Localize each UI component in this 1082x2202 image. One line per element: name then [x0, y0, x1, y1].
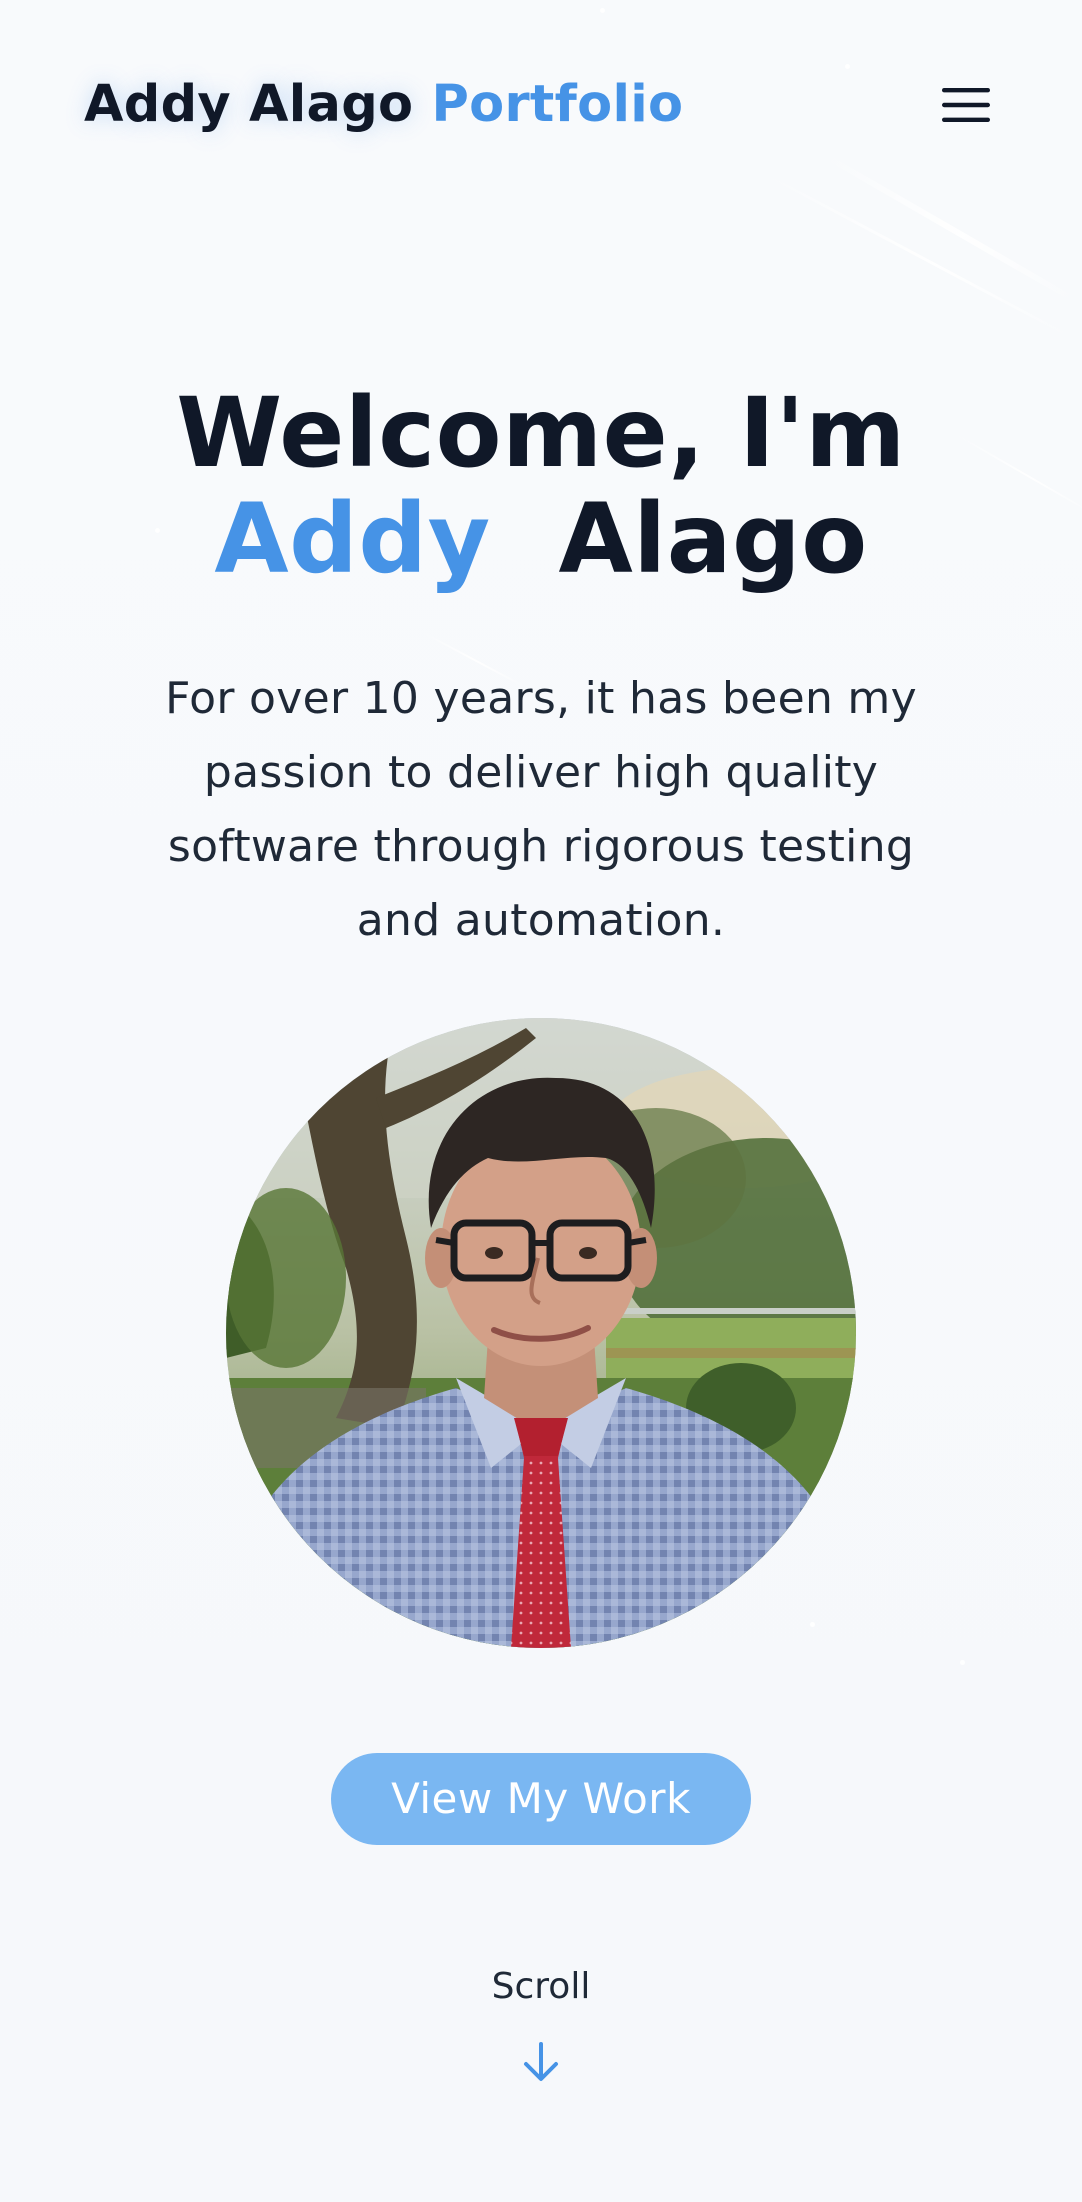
sparkle-decoration	[600, 8, 605, 13]
hero-title-name: Addy Alago	[0, 486, 1082, 592]
hamburger-menu-icon	[942, 88, 990, 122]
hero-first-name: Addy	[214, 483, 491, 595]
brand-name: Addy Alago	[84, 75, 414, 134]
hero-title: Welcome, I'm Addy Alago	[0, 380, 1082, 592]
sparkle-decoration	[960, 1660, 965, 1665]
site-header: Addy Alago Portfolio	[84, 70, 994, 140]
sparkle-decoration	[810, 1622, 815, 1627]
scroll-label: Scroll	[491, 1966, 591, 2007]
hero-description: For over 10 years, it has been my passio…	[165, 673, 917, 946]
portfolio-home-page: Addy Alago Portfolio Welcome, I'm Addy A…	[0, 0, 1082, 2202]
sparkle-decoration	[845, 64, 850, 69]
arrow-down-icon[interactable]	[521, 2040, 561, 2084]
view-my-work-button[interactable]: View My Work	[331, 1753, 751, 1845]
light-streak-decoration	[818, 150, 1082, 306]
light-streak-decoration	[759, 170, 1079, 342]
menu-button[interactable]	[938, 77, 994, 133]
profile-photo	[226, 1018, 856, 1648]
brand-accent: Portfolio	[431, 75, 684, 134]
hero-last-name: Alago	[558, 483, 868, 595]
site-logo[interactable]: Addy Alago Portfolio	[84, 70, 683, 140]
profile-photo-illustration	[226, 1018, 856, 1648]
hero-title-greeting: Welcome, I'm	[176, 377, 906, 489]
